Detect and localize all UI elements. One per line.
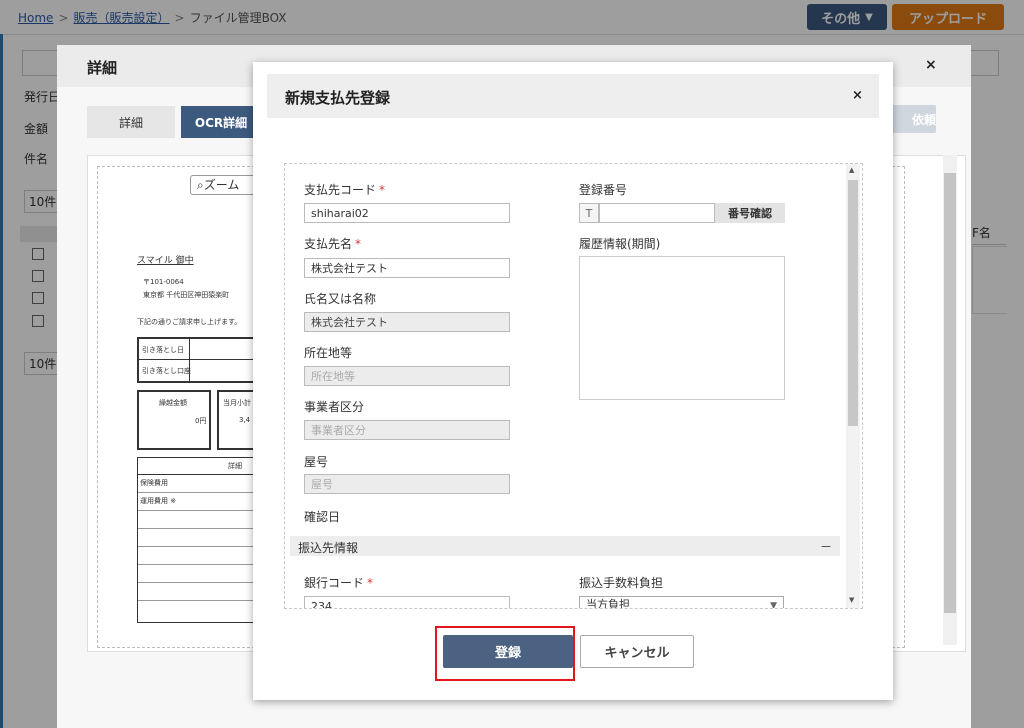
invoice-recipient: スマイル 御中 [137,256,194,266]
trade-name-label: 屋号 [304,455,329,469]
invoice-bank-box: 引き落とし日 引き落とし口座 [137,337,261,383]
zoom-label: ズーム [203,178,240,192]
invoice-detail-table: 詳細 保険費用 運用費用 ※ [137,457,257,623]
address-input: 所在地等 [304,366,510,386]
cancel-button[interactable]: キャンセル [580,635,694,668]
payee-name-label: 支払先名 * [304,237,362,251]
payee-name-input[interactable]: 株式会社テスト [304,258,510,278]
payee-code-input[interactable]: shiharai02 [304,203,510,223]
legal-name-label: 氏名又は名称 [304,292,377,306]
scroll-down-icon[interactable]: ▼ [849,596,854,604]
collapse-icon[interactable]: － [820,538,832,555]
invoice-address: 東京都 千代田区神田猿楽町 [143,291,230,299]
invoice-prev-label: 繰越金額 [159,399,187,407]
detail-title: 詳細 [87,59,118,77]
transfer-fee-value: 当方負担 [586,598,630,609]
business-type-label: 事業者区分 [304,400,365,414]
invoice-postal: 〒101-0064 [143,278,184,286]
scroll-up-icon[interactable]: ▲ [849,166,854,174]
bank-section-header[interactable]: 振込先情報 － [290,536,840,556]
search-icon: ⌕ [197,178,204,192]
required-mark: * [355,237,362,251]
business-type-input: 事業者区分 [304,420,510,440]
registration-number-label: 登録番号 [579,183,628,197]
transfer-fee-label: 振込手数料負担 [579,576,664,590]
detail-scroll-thumb[interactable] [944,173,956,613]
legal-name-input: 株式会社テスト [304,312,510,332]
modal-title: 新規支払先登録 [285,89,391,107]
history-textarea[interactable] [579,256,785,400]
request-button[interactable]: 依頼 [886,105,936,133]
required-mark: * [379,183,386,197]
trade-name-input: 屋号 [304,474,510,494]
invoice-row2: 引き落とし口座 [142,367,191,375]
modal-close-icon[interactable]: × [852,88,863,103]
detail-close-icon[interactable]: × [925,57,937,73]
form-scroll-area: 支払先コード * shiharai02 支払先名 * 株式会社テスト 氏名又は名称 … [284,163,863,609]
invoice-row1: 引き落とし日 [142,346,184,354]
form-scroll-thumb[interactable] [848,180,858,426]
registration-number-input[interactable] [599,203,715,223]
confirm-date-label: 確認日 [304,510,341,524]
bank-code-input[interactable]: 234 [304,596,510,608]
payee-code-label: 支払先コード * [304,183,386,197]
bank-section-label: 振込先情報 [298,541,359,555]
invoice-current-value: 3,4 [239,416,251,424]
bank-code-label: 銀行コード * [304,576,374,590]
invoice-line2: 運用費用 ※ [140,497,177,505]
tab-detail[interactable]: 詳細 [87,106,175,138]
invoice-prev-value: 0円 [195,417,207,425]
invoice-line1: 保険費用 [140,479,168,487]
registration-prefix: T [579,203,599,223]
invoice-note: 下記の通りご請求申し上げます。 [137,318,242,326]
chevron-down-icon: ▼ [770,601,777,609]
required-mark: * [367,576,374,590]
check-number-button[interactable]: 番号確認 [715,203,785,223]
tab-ocr-detail[interactable]: OCR詳細 [181,106,261,138]
history-label: 履歴情報(期間) [579,237,661,251]
invoice-detail-header: 詳細 [228,462,242,470]
new-payee-modal: 新規支払先登録 × 支払先コード * shiharai02 支払先名 * 株式会社テ… [253,62,893,700]
transfer-fee-select[interactable]: 当方負担 ▼ [579,596,784,609]
invoice-current-label: 当月小計 [223,399,251,407]
address-label: 所在地等 [304,346,353,360]
modal-header: 新規支払先登録 × [267,74,879,118]
register-highlight-frame [435,626,575,681]
invoice-prev-box: 繰越金額 0円 [137,390,211,450]
